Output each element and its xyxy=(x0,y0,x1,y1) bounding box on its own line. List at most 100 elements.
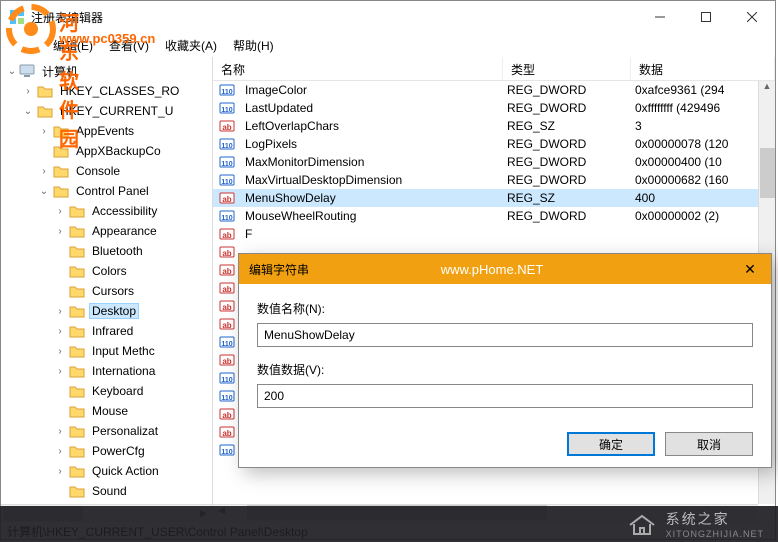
tree-item-label: Desktop xyxy=(89,303,139,319)
expand-icon[interactable]: › xyxy=(21,86,35,97)
value-name-input[interactable] xyxy=(257,323,753,347)
menu-favorites[interactable]: 收藏夹(A) xyxy=(159,35,223,56)
value-name-label: 数值名称(N): xyxy=(257,300,753,317)
binary-value-icon: 110 xyxy=(219,154,235,170)
value-type: REG_DWORD xyxy=(501,101,629,115)
expand-icon[interactable]: › xyxy=(53,226,67,237)
brand-logo-icon xyxy=(5,3,57,55)
expand-icon[interactable]: › xyxy=(53,366,67,377)
tree-view[interactable]: ⌄ 计算机 ›HKEY_CLASSES_RO⌄HKEY_CURRENT_U›Ap… xyxy=(1,57,212,504)
expand-icon[interactable] xyxy=(37,146,51,157)
tree-root[interactable]: ⌄ 计算机 xyxy=(1,61,212,81)
expand-icon[interactable] xyxy=(53,386,67,397)
dialog-close-button[interactable]: ✕ xyxy=(729,261,771,278)
menu-help[interactable]: 帮助(H) xyxy=(227,35,280,56)
tree-item[interactable]: Sound xyxy=(1,481,212,501)
expand-icon[interactable]: › xyxy=(53,306,67,317)
list-row[interactable]: 110MouseWheelRoutingREG_DWORD0x00000002 … xyxy=(213,207,775,225)
expand-icon[interactable]: › xyxy=(53,426,67,437)
expand-icon[interactable]: › xyxy=(53,206,67,217)
close-button[interactable] xyxy=(729,2,775,32)
cancel-button[interactable]: 取消 xyxy=(665,432,753,456)
binary-value-icon: 110 xyxy=(219,100,235,116)
tree-item[interactable]: ⌄Control Panel xyxy=(1,181,212,201)
expand-icon[interactable]: › xyxy=(53,326,67,337)
tree-item[interactable]: Colors xyxy=(1,261,212,281)
brand-url: www.pc0359.cn xyxy=(59,31,155,46)
expand-icon[interactable] xyxy=(53,486,67,497)
expand-icon[interactable]: ⌄ xyxy=(37,186,51,197)
tree-item[interactable]: ›Accessibility xyxy=(1,201,212,221)
value-name: MaxMonitorDimension xyxy=(239,155,501,169)
scroll-up-icon[interactable]: ▲ xyxy=(759,81,775,98)
svg-text:ab: ab xyxy=(222,357,231,366)
tree-item-label: Sound xyxy=(89,483,130,499)
expand-icon[interactable] xyxy=(53,286,67,297)
list-row[interactable]: 110LogPixelsREG_DWORD0x00000078 (120 xyxy=(213,135,775,153)
tree-item-label: Internationa xyxy=(89,363,158,379)
dialog-titlebar[interactable]: 编辑字符串 www.pHome.NET ✕ xyxy=(239,254,771,284)
value-data-input[interactable] xyxy=(257,384,753,408)
list-row[interactable]: abF xyxy=(213,225,775,243)
value-data: 0xafce9361 (294 xyxy=(629,83,775,97)
tree-item[interactable]: › Desktop xyxy=(1,301,212,321)
col-header-name[interactable]: 名称 xyxy=(213,57,503,80)
tree-item[interactable]: Mouse xyxy=(1,401,212,421)
tree-item-label: Cursors xyxy=(89,283,137,299)
list-row[interactable]: 110MaxVirtualDesktopDimensionREG_DWORD0x… xyxy=(213,171,775,189)
minimize-button[interactable] xyxy=(637,2,683,32)
svg-text:110: 110 xyxy=(221,341,232,348)
tree-item[interactable]: Cursors xyxy=(1,281,212,301)
list-row[interactable]: 110MaxMonitorDimensionREG_DWORD0x0000040… xyxy=(213,153,775,171)
tree-item[interactable]: AppXBackupCo xyxy=(1,141,212,161)
tree-item[interactable]: › Internationa xyxy=(1,361,212,381)
tree-item[interactable]: ›Appearance xyxy=(1,221,212,241)
list-row[interactable]: 110ImageColorREG_DWORD0xafce9361 (294 xyxy=(213,81,775,99)
folder-icon xyxy=(37,85,53,98)
string-value-icon: ab xyxy=(219,262,235,278)
list-row[interactable]: abMenuShowDelayREG_SZ400 xyxy=(213,189,775,207)
expand-icon[interactable] xyxy=(53,266,67,277)
tree-item[interactable]: ⌄HKEY_CURRENT_U xyxy=(1,101,212,121)
string-value-icon: ab xyxy=(219,352,235,368)
expand-icon[interactable] xyxy=(53,406,67,417)
tree-item[interactable]: ›HKEY_CLASSES_RO xyxy=(1,81,212,101)
expand-icon[interactable] xyxy=(53,246,67,257)
expand-icon[interactable]: › xyxy=(53,346,67,357)
list-row[interactable]: abLeftOverlapCharsREG_SZ3 xyxy=(213,117,775,135)
expand-icon[interactable]: › xyxy=(37,126,51,137)
tree-item-label: Personalizat xyxy=(89,423,161,439)
folder-icon xyxy=(69,405,85,418)
titlebar[interactable]: 注册表编辑器 xyxy=(1,1,775,33)
tree-item[interactable]: ›Console xyxy=(1,161,212,181)
expand-icon[interactable]: ⌄ xyxy=(21,106,35,117)
list-row[interactable]: 110LastUpdatedREG_DWORD0xffffffff (42949… xyxy=(213,99,775,117)
ok-button[interactable]: 确定 xyxy=(567,432,655,456)
maximize-button[interactable] xyxy=(683,2,729,32)
tree-item[interactable]: ›Input Methc xyxy=(1,341,212,361)
string-value-icon: ab xyxy=(219,280,235,296)
col-header-data[interactable]: 数据 xyxy=(631,57,775,80)
tree-item[interactable]: › PowerCfg xyxy=(1,441,212,461)
expand-icon[interactable]: › xyxy=(37,166,51,177)
value-name: ImageColor xyxy=(239,83,501,97)
tree-item[interactable]: Bluetooth xyxy=(1,241,212,261)
string-value-icon: ab xyxy=(219,406,235,422)
expand-icon[interactable]: › xyxy=(53,446,67,457)
folder-icon xyxy=(69,205,85,218)
svg-text:ab: ab xyxy=(222,195,231,204)
edit-string-dialog: 编辑字符串 www.pHome.NET ✕ 数值名称(N): 数值数据(V): … xyxy=(238,253,772,468)
svg-text:ab: ab xyxy=(222,231,231,240)
value-type: REG_DWORD xyxy=(501,209,629,223)
folder-icon xyxy=(69,225,85,238)
tree-item[interactable]: › Personalizat xyxy=(1,421,212,441)
col-header-type[interactable]: 类型 xyxy=(503,57,631,80)
footer-text: 系统之家 xyxy=(666,509,764,529)
tree-item-label: PowerCfg xyxy=(89,443,148,459)
tree-item[interactable]: ›Infrared xyxy=(1,321,212,341)
tree-item[interactable]: ›AppEvents xyxy=(1,121,212,141)
expand-icon[interactable]: › xyxy=(53,466,67,477)
scrollbar-thumb[interactable] xyxy=(760,148,775,198)
tree-item[interactable]: Keyboard xyxy=(1,381,212,401)
tree-item[interactable]: ›Quick Action xyxy=(1,461,212,481)
